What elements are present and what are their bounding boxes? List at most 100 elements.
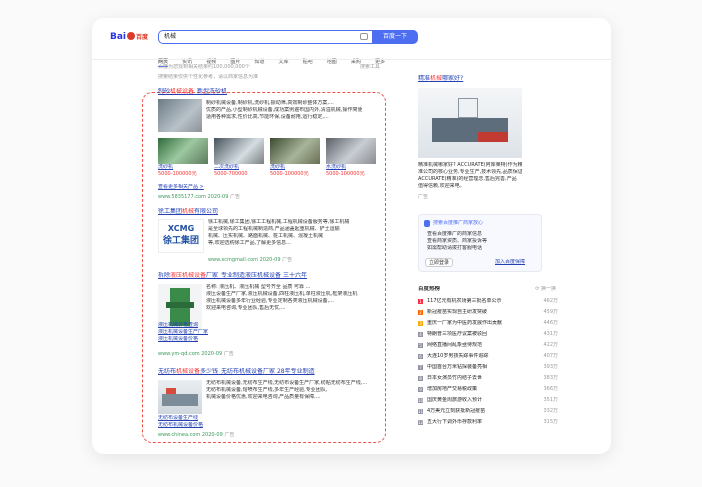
sub-link[interactable]: 液压机械设备价格 — [158, 336, 382, 343]
result-meta: www.xcmgmall.com 2020-09 广告 — [208, 257, 293, 263]
hot-item-count: 462万 — [543, 298, 558, 304]
nonwoven-machine-image[interactable] — [158, 380, 202, 414]
hot-rank: 10 — [418, 398, 424, 403]
xcmg-logo[interactable]: XCMG 徐工集团 — [158, 219, 204, 253]
hot-list-item[interactable]: 1 117亿元有机农场第三批名单公示 462万 — [418, 297, 558, 308]
hot-item-title[interactable]: 日本女演员竹内结子去世 — [427, 375, 527, 382]
hot-item-title[interactable]: 中国首台万米钻探装备亮相 — [427, 364, 527, 371]
hot-item-title[interactable]: 大连10岁男孩失踪事件追踪 — [427, 353, 527, 360]
login-button[interactable]: 立即登录 — [425, 258, 453, 267]
more-products-link[interactable]: 查看更多相关产品 > — [158, 184, 278, 191]
hot-list-item[interactable]: 7 中国首台万米钻探装备亮相 393万 — [418, 363, 558, 374]
hot-item-title[interactable]: 117亿元有机农场第三批名单公示 — [427, 298, 527, 305]
hot-rank: 4 — [418, 332, 423, 337]
hot-item-count: 366万 — [543, 386, 558, 392]
hot-list-item[interactable]: 6 大连10岁男孩失踪事件追踪 407万 — [418, 352, 558, 363]
hot-rank: 11 — [418, 409, 424, 414]
hot-rank: 6 — [418, 354, 423, 359]
product-card[interactable]: 洗砂机 5000-100000元 — [158, 138, 208, 178]
hot-rank: 3 — [418, 321, 423, 326]
hot-item-title[interactable]: 重庆一厂家为中医药发展作出贡献 — [427, 320, 527, 327]
hot-list-item[interactable]: 5 网络直播间乱象亟待规范 422万 — [418, 341, 558, 352]
refresh-button[interactable]: ⟳ 换一换 — [516, 286, 556, 293]
hot-list-item[interactable]: 8 日本女演员竹内结子去世 383万 — [418, 374, 558, 385]
hot-item-count: 459万 — [543, 309, 558, 315]
result-title[interactable]: 徐工集团机械有限公司 — [158, 208, 382, 216]
guarantee-item: 查看商家资质、商家投诉等 — [427, 238, 488, 244]
hot-item-title[interactable]: 增加房地产交易税政策 — [427, 386, 527, 393]
hot-item-title[interactable]: 特朗普三项医疗议案被驳回 — [427, 331, 527, 338]
ad-label: 广告 — [418, 194, 429, 200]
result-meta: www.ym-qd.com 2020-09 广告 — [158, 351, 234, 357]
hot-list-item[interactable]: 9 增加房地产交易税政策 366万 — [418, 385, 558, 396]
guarantee-card: 搜索百度推广商家放心 查看百度推广的商家信息 查看商家资质、商家投诉等 如需帮助… — [418, 214, 542, 272]
search-tabs: 网页 资讯 视频 图片 知道 文库 贴吧 地图 采购 更多 — [158, 48, 394, 67]
product-card[interactable]: 水洗砂机 5000-100000元 — [326, 138, 376, 178]
result-snippet: 徐工机械,徐工集团,徐工工程机械,工程机械设备服务等,徐工机械 是全球领先的工程… — [208, 219, 350, 246]
hot-rank: 2 — [418, 310, 423, 315]
hot-item-title[interactable]: 4万美元立刻获批新冠疫苗 — [427, 408, 527, 415]
hot-rank: 1 — [418, 299, 423, 304]
sub-links: 无纺布设备生产线 无纺布机械设备价格 — [158, 415, 382, 429]
hot-list-item[interactable]: 4 特朗普三项医疗议案被驳回 431万 — [418, 330, 558, 341]
result-stats: 百度为您找到相关结果约100,000,000个 — [158, 64, 250, 70]
hot-rank: 7 — [418, 365, 423, 370]
hot-item-count: 422万 — [543, 342, 558, 348]
result-thumbnail[interactable] — [158, 99, 202, 132]
hot-item-title[interactable]: 新冠疫苗实现自主研发突破 — [427, 309, 527, 316]
hot-item-title[interactable]: 五大行下调外币存款利率 — [427, 419, 527, 426]
product-card[interactable]: 二次洗砂机 5000-700000 — [214, 138, 264, 178]
hot-item-count: 431万 — [543, 331, 558, 337]
notice-text: 搜索结果仅供个性化参考，请以商家信息为准 — [158, 74, 259, 80]
sub-link[interactable]: 液压机械设备生产厂家 — [158, 329, 382, 336]
machine-image[interactable] — [418, 88, 522, 158]
join-guarantee-link[interactable]: 加入百度保障 — [495, 259, 539, 266]
sub-links: 液压机械价格查询 液压机械设备生产厂家 液压机械设备价格 — [158, 322, 382, 343]
hot-rank: 12 — [418, 420, 424, 425]
hot-item-count: 407万 — [543, 353, 558, 359]
hot-item-title[interactable]: 国庆黄金周旅游收入预计 — [427, 397, 527, 404]
hot-list: 1 117亿元有机农场第三批名单公示 462万 2 新冠疫苗实现自主研发突破 459万 3 重… — [418, 297, 558, 429]
hot-title: 百度热榜 — [418, 286, 441, 292]
result-meta: www.chinea.com 2020-09 广告 — [158, 432, 235, 438]
hot-item-count: 383万 — [543, 375, 558, 381]
right-ad-title[interactable]: 精准机械哪家好? — [418, 75, 538, 83]
sub-link[interactable]: 液压机械价格查询 — [158, 322, 382, 329]
sub-link[interactable]: 无纺布设备生产线 — [158, 415, 382, 422]
hot-item-count: 351万 — [543, 397, 558, 403]
header-divider — [92, 59, 611, 60]
product-card[interactable]: 洗砂机 5000-100000元 — [270, 138, 320, 178]
guarantee-title: 搜索百度推广商家放心 — [433, 220, 484, 226]
search-input[interactable]: 机械 — [158, 30, 372, 44]
hot-list-item[interactable]: 2 新冠疫苗实现自主研发突破 459万 — [418, 308, 558, 319]
paw-icon — [127, 32, 136, 40]
hot-item-count: 332万 — [543, 408, 558, 414]
hot-rank: 5 — [418, 343, 423, 348]
guarantee-item: 查看百度推广的商家信息 — [427, 231, 483, 237]
sub-link[interactable]: 无纺布机械设备价格 — [158, 422, 382, 429]
hot-list-item[interactable]: 11 4万美元立刻获批新冠疫苗 332万 — [418, 407, 558, 418]
search-tools[interactable]: 搜索工具 — [340, 64, 380, 71]
hot-list-item[interactable]: 3 重庆一厂家为中医药发展作出贡献 446万 — [418, 319, 558, 330]
shield-icon — [424, 220, 430, 227]
baidu-logo[interactable]: Baidu百度 — [110, 30, 154, 44]
hot-item-count: 446万 — [543, 320, 558, 326]
hot-list-item[interactable]: 12 五大行下调外币存款利率 315万 — [418, 418, 558, 429]
hot-item-count: 393万 — [543, 364, 558, 370]
hot-rank: 8 — [418, 376, 423, 381]
hot-list-item[interactable]: 10 国庆黄金周旅游收入预计 351万 — [418, 396, 558, 407]
search-button[interactable]: 百度一下 — [372, 30, 418, 44]
result-title[interactable]: 无纺布机械设备多少钱_无纺布机械设备厂家 28年专业制造 — [158, 368, 382, 376]
hot-item-title[interactable]: 网络直播间乱象亟待规范 — [427, 342, 527, 349]
product-gallery: 洗砂机 5000-100000元 二次洗砂机 5000-700000 洗砂机 5… — [158, 138, 382, 182]
result-snippet: 制砂机械设备,制砂机,洗砂机,振动筛,高效制砂整体方案,... 优质的产品,小型… — [206, 100, 363, 120]
result-snippet: 名称: 液压机、液压机械 型号齐全 品质 可靠 ... 液压设备生产厂家,液压机… — [206, 284, 358, 311]
result-1: 制砂机械设备_新型洗砂机 — [158, 88, 382, 96]
result-title[interactable]: 制砂机械设备_新型洗砂机 — [158, 88, 382, 96]
hot-item-count: 315万 — [543, 419, 558, 425]
result-title[interactable]: 拆除液压机械设备厂家_专业制造液压机械设备 三十六年 — [158, 272, 382, 280]
result-snippet: 无纺布机械设备,无纺布生产线,无纺布设备生产厂家,纺粘无纺布生产线,... 无纺… — [206, 380, 368, 400]
camera-icon[interactable] — [360, 33, 368, 40]
result-meta: www.5835177.com 2020-09 广告 — [158, 194, 241, 200]
right-ad-snippet: 精准机械哪家好? ACCURATE(阿库莱特)作为精 准公司的核心业务,专业生产… — [418, 162, 522, 189]
